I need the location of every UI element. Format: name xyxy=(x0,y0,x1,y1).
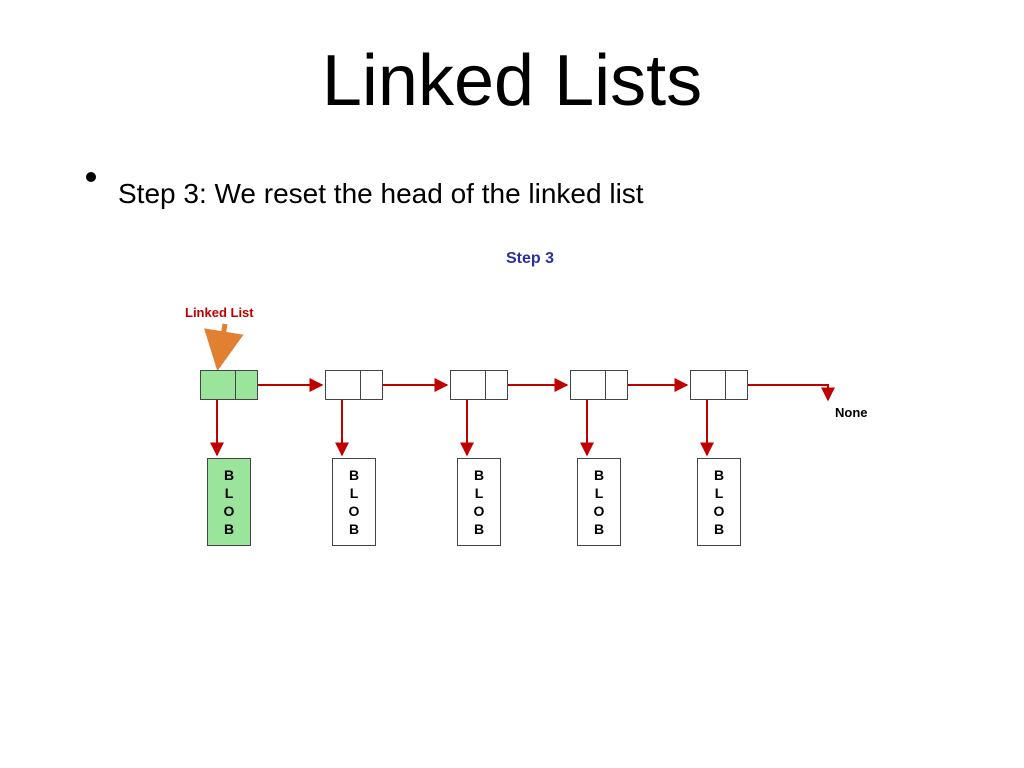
list-node xyxy=(690,370,748,400)
blob-box: BLOB xyxy=(207,458,251,546)
none-label: None xyxy=(835,405,868,420)
blob-box: BLOB xyxy=(457,458,501,546)
list-node xyxy=(325,370,383,400)
bullet-icon xyxy=(86,172,96,182)
list-node xyxy=(200,370,258,400)
step-label: Step 3 xyxy=(170,250,890,268)
blob-box: BLOB xyxy=(577,458,621,546)
blob-box: BLOB xyxy=(697,458,741,546)
list-node xyxy=(570,370,628,400)
head-pointer-arrow xyxy=(218,324,225,367)
slide: Linked Lists Step 3: We reset the head o… xyxy=(0,0,1024,768)
bullet-text: Step 3: We reset the head of the linked … xyxy=(118,178,644,210)
diagram-arrows xyxy=(170,250,890,590)
blob-box: BLOB xyxy=(332,458,376,546)
linked-list-diagram: Step 3 Linked List xyxy=(170,250,890,590)
slide-title: Linked Lists xyxy=(0,40,1024,122)
linked-list-label: Linked List xyxy=(185,305,254,320)
next-arrow-none xyxy=(748,385,828,400)
list-node xyxy=(450,370,508,400)
